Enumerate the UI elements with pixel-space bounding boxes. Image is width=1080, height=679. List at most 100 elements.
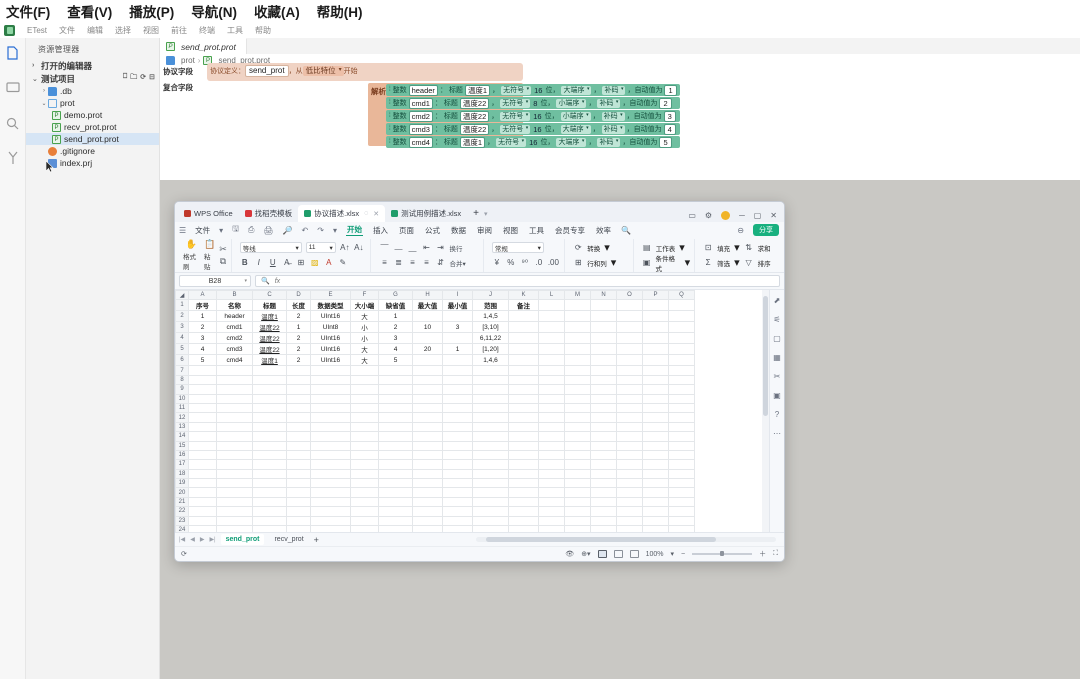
column-header[interactable]: J [472,290,509,301]
table-cell[interactable] [252,506,287,517]
table-cell[interactable] [252,374,287,386]
table-cell[interactable] [286,478,311,489]
field-endian-select[interactable]: 小端序 [560,111,591,121]
table-cell[interactable]: cmd4 [216,354,253,367]
table-cell[interactable] [188,365,217,376]
table-cell[interactable] [538,478,565,489]
table-cell[interactable] [668,421,695,433]
table-cell[interactable] [472,365,509,376]
table-cell[interactable] [590,487,617,498]
field-auto-value-input[interactable]: 1 [664,84,677,96]
row-header[interactable]: 22 [175,506,189,517]
explorer-icon[interactable] [4,44,22,62]
protocol-field-row[interactable]: ⦙整数cmd4：标题温度1，无符号16位，大端序，补码，自动值为5 [386,136,680,148]
percent-icon[interactable]: % [506,258,516,267]
table-cell[interactable] [350,431,379,442]
table-cell[interactable] [538,515,565,527]
table-cell[interactable] [252,412,287,423]
filter-label[interactable]: 排序 [758,258,771,268]
table-cell[interactable] [616,365,643,376]
table-cell[interactable] [188,374,217,386]
row-header[interactable]: 14 [175,431,189,442]
table-cell[interactable] [668,431,695,442]
number-format-select[interactable]: 常规 ▾ [491,242,544,253]
table-cell[interactable]: 1 [442,343,473,356]
sum-label[interactable]: 筛选 [717,258,730,268]
table-cell[interactable]: 范围 [472,299,509,312]
table-cell[interactable] [642,440,669,451]
table-cell[interactable] [564,365,591,376]
underline-icon[interactable]: U [268,258,278,267]
new-folder-icon[interactable]: 🗀 [130,73,137,84]
table-cell[interactable] [252,393,287,404]
table-cell[interactable] [472,449,509,461]
table-cell[interactable] [286,496,311,508]
table-row[interactable]: 19 [175,478,695,489]
table-cell[interactable] [350,421,379,433]
ribbon-tab-insert[interactable]: 插入 [372,225,389,236]
tree-item-prot-folder[interactable]: ⌄ prot [26,97,159,109]
field-sign-select[interactable]: 无符号 [500,111,531,121]
table-cell[interactable] [642,459,669,470]
table-cell[interactable]: 2 [378,321,413,334]
table-cell[interactable] [378,496,413,508]
submenu-view[interactable]: 视图 [143,25,159,36]
row-header[interactable]: 12 [175,412,189,423]
zoom-out-button[interactable]: − [681,551,685,558]
new-file-icon[interactable]: ⎕ [123,73,127,84]
table-cell[interactable] [188,384,217,395]
chevron-down-icon[interactable]: ▾ [333,226,337,235]
table-row[interactable]: 23 [175,515,695,527]
tree-item-recv-prot[interactable]: P recv_prot.prot [26,121,159,133]
table-cell[interactable] [310,496,351,508]
table-cell[interactable] [442,506,473,517]
table-cell[interactable] [564,384,591,395]
increase-decimal-icon[interactable]: .0 [534,258,544,267]
column-header[interactable]: M [564,290,591,301]
table-cell[interactable]: 4 [188,343,217,356]
spreadsheet-grid[interactable]: ◢ A B C D E F G H I J K L M N O P Q 1 序号 名称 标题 长度 数据类型 大小端 缺省值 最大值… [175,290,784,532]
table-cell[interactable] [188,449,217,461]
field-title-input[interactable]: 温度22 [459,123,490,135]
table-cell[interactable]: cmd2 [216,332,253,345]
zoom-in-button[interactable]: ＋ [759,549,766,559]
row-header[interactable]: 16 [175,449,189,461]
table-cell[interactable] [378,487,413,498]
table-cell[interactable]: 最大值 [412,299,443,312]
table-cell[interactable] [590,412,617,423]
table-cell[interactable] [412,393,443,404]
table-cell[interactable] [508,506,539,517]
table-cell[interactable] [412,487,443,498]
table-cell[interactable] [564,374,591,386]
table-cell[interactable] [538,384,565,395]
table-cell[interactable] [286,468,311,480]
table-cell[interactable] [378,449,413,461]
table-cell[interactable]: 最小值 [442,299,473,312]
protocol-name-field[interactable]: send_prot [245,65,289,77]
protocol-definition-block[interactable]: 协议定义： send_prot ，从 低比特位 开始 [210,65,358,77]
table-cell[interactable] [668,332,695,345]
table-cell[interactable] [252,365,287,376]
table-cell[interactable] [508,374,539,386]
field-code-select[interactable]: 补码 [597,137,621,147]
table-cell[interactable] [378,412,413,423]
column-header[interactable]: P [642,290,669,301]
table-cell[interactable] [286,365,311,376]
table-cell[interactable] [508,321,539,334]
vertical-scrollbar[interactable] [762,290,769,532]
table-cell[interactable] [442,440,473,451]
table-cell[interactable] [508,393,539,404]
table-cell[interactable] [642,506,669,517]
table-cell[interactable] [350,506,379,517]
table-cell[interactable] [350,374,379,386]
table-cell[interactable] [310,478,351,489]
field-code-select[interactable]: 补码 [597,98,621,108]
table-cell[interactable] [442,478,473,489]
table-cell[interactable] [508,354,539,367]
table-cell[interactable] [642,478,669,489]
row-header[interactable]: 2 [175,310,189,323]
table-cell[interactable] [252,525,287,532]
table-cell[interactable] [590,449,617,461]
table-cell[interactable] [564,506,591,517]
field-code-select[interactable]: 补码 [602,85,626,95]
